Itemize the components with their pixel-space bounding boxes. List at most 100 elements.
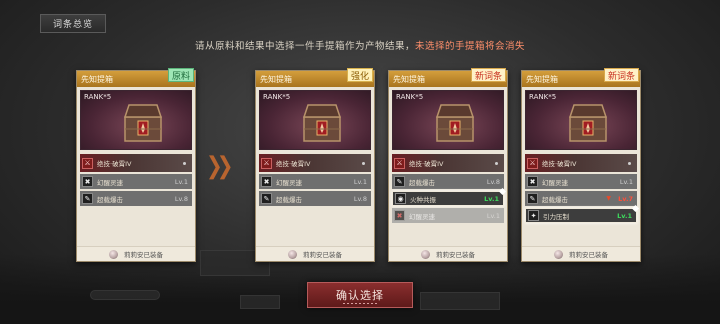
- cross-icon: ✖: [82, 176, 93, 187]
- chest-icon: [302, 104, 342, 142]
- card-tag: 新词条: [603, 68, 639, 82]
- burst-icon: ✎: [394, 176, 405, 187]
- entry-level: Lv.1: [617, 211, 632, 220]
- entry-row: ⚔ 绝技·破霄IV: [80, 154, 192, 172]
- card-body: RANK*5 ⚔ 绝技·破霄IV ✖ 幻醒灵速 Lv.1 ✎ 超载爆击 ▼ Lv.…: [522, 87, 640, 261]
- background-crate: [420, 292, 500, 310]
- entry-row: ✖ 幻醒灵速 Lv.1: [80, 174, 192, 189]
- rank-label: RANK*5: [263, 93, 291, 101]
- entry-level: Lv.1: [619, 177, 633, 186]
- new-entry-marker-icon: [498, 187, 507, 196]
- skill-icon: ⚔: [527, 157, 538, 169]
- chest-icon: [435, 104, 475, 142]
- card-tag: 强化: [346, 68, 373, 82]
- dot-icon: [183, 161, 186, 165]
- entry-label: 绝技·破霄IV: [409, 160, 444, 168]
- burst-icon: ✎: [527, 193, 538, 204]
- entry-row: ✖ 幻醒灵速 Lv.1: [392, 208, 504, 223]
- entry-label: 超载爆击: [97, 195, 123, 204]
- suitcase-card[interactable]: 先知提箱 新词条 RANK*5 ⚔ 绝技·破霄IV ✖ 幻醒灵速 Lv.1 ✎ …: [521, 68, 641, 262]
- double-arrow-icon: ❯❯: [206, 150, 233, 180]
- suitcase-card[interactable]: 先知提箱 强化 RANK*5 ⚔ 绝技·破霄IV ✖ 幻醒灵速 Lv.1 ✎ 超…: [255, 68, 375, 262]
- entry-label: 绝技·破霄IV: [97, 160, 132, 168]
- instruction-text: 请从原料和结果中选择一件手提箱作为产物结果，未选择的手提箱将会消失: [0, 38, 720, 52]
- card-title: 先知提箱: [260, 74, 292, 84]
- suitcase-image: RANK*5: [80, 90, 192, 150]
- entry-level: Lv.1: [484, 194, 499, 203]
- equipped-status: 莉莉安已装备: [256, 246, 374, 261]
- avatar: [288, 249, 297, 259]
- suitcase-card[interactable]: 先知提箱 新词条 RANK*5 ⚔ 绝技·破霄IV ✎ 超载爆击 Lv.8 ◉ …: [388, 68, 508, 262]
- card-body: RANK*5 ⚔ 绝技·破霄IV ✎ 超载爆击 Lv.8 ◉ 火种共振 Lv.1: [389, 87, 507, 261]
- card-header: 先知提箱 新词条: [522, 68, 640, 87]
- avatar: [554, 249, 563, 259]
- entry-label: 引力压制: [543, 212, 569, 221]
- new-entry-marker-icon: [631, 204, 640, 213]
- background-cable: [90, 290, 160, 300]
- entry-overview-tab[interactable]: 词条总览: [40, 14, 106, 33]
- chest-icon: [568, 104, 608, 142]
- entry-row: ✦ 引力压制 Lv.1: [525, 204, 640, 223]
- entry-level: Lv.1: [486, 211, 500, 220]
- suitcase-image: RANK*5: [259, 90, 371, 150]
- decrease-arrow-icon: ▼: [606, 195, 611, 202]
- resonance-icon: ◉: [395, 193, 406, 204]
- rank-label: RANK*5: [396, 93, 424, 101]
- card-header: 先知提箱 新词条: [389, 68, 507, 87]
- entry-level: Lv.1: [353, 177, 367, 186]
- entry-label: 绝技·破霄IV: [542, 160, 577, 168]
- entry-label: 超载爆击: [409, 178, 435, 187]
- entry-row: ✎ 超载爆击 Lv.8: [259, 191, 371, 206]
- entry-row: ✎ 超载爆击 Lv.8: [80, 191, 192, 206]
- avatar: [421, 249, 430, 259]
- entry-label: 超载爆击: [276, 195, 302, 204]
- confirm-select-button[interactable]: 确认选择: [307, 282, 413, 308]
- background-crate: [240, 295, 280, 309]
- entry-row: ✎ 超载爆击 ▼ Lv.7: [525, 191, 637, 206]
- equipped-label: 莉莉安已装备: [436, 251, 475, 259]
- suitcase-image: RANK*5: [392, 90, 504, 150]
- equipped-status: 莉莉安已装备: [389, 246, 507, 261]
- entry-level: Lv.8: [486, 177, 500, 186]
- rank-label: RANK*5: [529, 93, 557, 101]
- rank-label: RANK*5: [84, 93, 112, 101]
- entry-row: ✖ 幻醒灵速 Lv.1: [259, 174, 371, 189]
- entry-row: ⚔ 绝技·破霄IV: [259, 154, 371, 172]
- entry-row: ✖ 幻醒灵速 Lv.1: [525, 174, 637, 189]
- entry-label: 绝技·破霄IV: [276, 160, 311, 168]
- equipped-status: 莉莉安已装备: [522, 246, 640, 261]
- entry-label: 幻醒灵速: [276, 178, 302, 187]
- skill-icon: ⚔: [261, 157, 272, 169]
- burst-icon: ✎: [82, 193, 93, 204]
- instruction-main: 请从原料和结果中选择一件手提箱作为产物结果，: [194, 41, 415, 52]
- burst-icon: ✎: [261, 193, 272, 204]
- entry-level: Lv.8: [353, 194, 367, 203]
- card-title: 先知提箱: [393, 74, 425, 84]
- skill-icon: ⚔: [82, 157, 93, 169]
- suitcase-image: RANK*5: [525, 90, 637, 150]
- card-body: RANK*5 ⚔ 绝技·破霄IV ✖ 幻醒灵速 Lv.1 ✎ 超载爆击 Lv.8: [256, 87, 374, 261]
- skill-icon: ⚔: [394, 157, 405, 169]
- entry-row: ⚔ 绝技·破霄IV: [525, 154, 637, 172]
- entry-level: Lv.7: [618, 194, 633, 203]
- entry-level: Lv.8: [174, 194, 188, 203]
- entry-label: 超载爆击: [542, 195, 568, 204]
- chest-icon: [123, 104, 163, 142]
- equipped-label: 莉莉安已装备: [124, 251, 163, 259]
- entry-label: 幻醒灵速: [542, 178, 568, 187]
- equipped-label: 莉莉安已装备: [303, 251, 342, 259]
- cross-icon: ✖: [527, 176, 538, 187]
- entry-label: 幻醒灵速: [97, 178, 123, 187]
- entry-row: ⚔ 绝技·破霄IV: [392, 154, 504, 172]
- cross-icon: ✖: [261, 176, 272, 187]
- card-body: RANK*5 ⚔ 绝技·破霄IV ✖ 幻醒灵速 Lv.1 ✎ 超载爆击 Lv.8: [77, 87, 195, 261]
- card-tag: 原料: [167, 68, 194, 82]
- entry-level: Lv.1: [174, 177, 188, 186]
- avatar: [109, 249, 118, 259]
- suitcase-card[interactable]: 先知提箱 原料 RANK*5 ⚔ 绝技·破霄IV ✖ 幻醒灵速 Lv.1 ✎ 超…: [76, 68, 196, 262]
- cross-icon: ✖: [394, 210, 405, 221]
- dot-icon: [628, 161, 631, 165]
- dot-icon: [495, 161, 498, 165]
- entry-row: ✎ 超载爆击 Lv.8: [392, 174, 504, 189]
- entry-label: 火种共振: [410, 195, 436, 204]
